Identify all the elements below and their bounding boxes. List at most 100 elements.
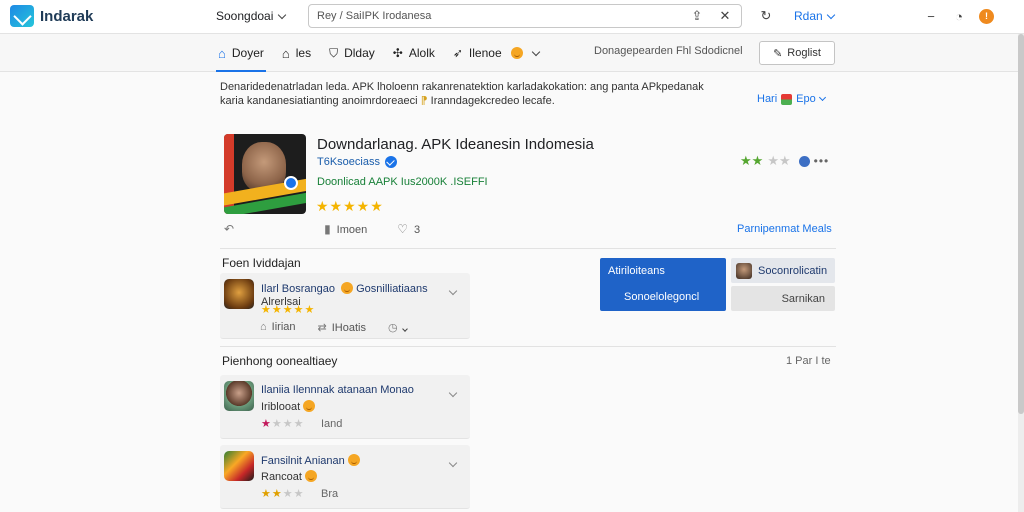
expand-button[interactable] (448, 283, 458, 297)
language-value: Epo (796, 93, 816, 105)
description-line-2: karia kandanesiatianting anoimrdoreaeci … (220, 94, 740, 108)
developer-name: T6Ksoeciass (317, 156, 380, 168)
reviewer-name: Ilarl Bosrangao Gosnilliatiaans (261, 282, 428, 295)
avatar (736, 262, 752, 279)
nav-status-text: Donagepearden Fhl Sdodicnel (594, 45, 743, 57)
item-name: Ilaniia Ilennnak atanaan Monao (261, 384, 414, 396)
item-stars-filled: ★ (261, 418, 272, 430)
description-line-2-end: Iranndagekcredeo lecafe. (430, 95, 555, 107)
tab-label: Dlday (344, 46, 375, 60)
item-stars: ★★★★ (261, 417, 304, 430)
item-stars-filled: ★★ (261, 488, 283, 500)
minimize-icon[interactable]: − (923, 8, 939, 24)
item-subtitle: Iriblooat (261, 400, 316, 413)
item-subtitle-text: Iriblooat (261, 401, 301, 413)
review-action-label: IHoatis (331, 322, 366, 334)
divider (220, 346, 836, 347)
expand-button[interactable] (448, 385, 458, 399)
scrollbar-thumb[interactable] (1018, 34, 1024, 414)
category-select-label: Soongdoai (216, 9, 274, 23)
heart-icon: ♡ (397, 222, 409, 236)
promo-secondary-label: Soconrolicatin (758, 264, 828, 277)
chevron-down-icon (448, 458, 458, 468)
app-actions: ↶ ▮ Imoen ♡ 3 (224, 222, 420, 236)
notification-icon[interactable]: ◔ (951, 8, 967, 24)
tab-les[interactable]: ⌂ les (280, 34, 313, 72)
item-avatar (224, 451, 254, 481)
item-meta: Bra (321, 488, 339, 500)
logo[interactable]: Indarak (10, 5, 93, 27)
list-item[interactable]: Ilaniia Ilennnak atanaan Monao Iriblooat… (220, 375, 470, 439)
thumbs-up-icon: ▮ (324, 222, 331, 236)
top-bar: Indarak Soongdoai Rey / SaiIPK Irodanesa… (0, 0, 1024, 34)
refresh-icon[interactable]: ↻ (758, 8, 774, 24)
side-rating: ★★ ★★ ••• (740, 153, 829, 169)
smile-icon (510, 47, 523, 59)
shield-icon: ⛉ (329, 45, 339, 60)
app-icon[interactable] (224, 134, 306, 214)
section-title-reviews: Foen Ividdajan (222, 256, 301, 270)
promo-tertiary-button[interactable]: Sarnikan (731, 286, 835, 311)
app-title: Downdarlanag. APK Ideanesin Indomesia (317, 136, 594, 153)
likes-button[interactable]: ▮ Imoen (324, 222, 367, 236)
user-menu[interactable]: Rdan (794, 9, 835, 23)
download-link[interactable]: Doonlicad AAPK Ius2000K .ISEFFI (317, 176, 488, 188)
item-stars-empty: ★★★ (271, 418, 305, 430)
logo-text: Indarak (40, 7, 94, 25)
app-developer[interactable]: T6Ksoeciass (317, 156, 397, 168)
item-subtitle-text: Rancoat (261, 471, 302, 483)
tab-label: Doyer (231, 46, 264, 60)
share-icon[interactable]: ⇪ (689, 8, 705, 24)
scrollbar[interactable] (1018, 34, 1024, 512)
register-label: Roglist (787, 47, 821, 59)
review-item[interactable]: Ilarl Bosrangao Gosnilliatiaans Alrerlsa… (220, 273, 470, 339)
verified-badge-icon (384, 156, 397, 168)
review-home-button[interactable]: ⌂ Iirian (260, 321, 296, 334)
chevron-down-icon (401, 326, 408, 332)
tab-dlday[interactable]: ⛉ Dlday (327, 34, 377, 72)
register-button[interactable]: ✎ Roglist (759, 41, 835, 65)
item-subtitle: Rancoat (261, 470, 317, 483)
more-icon[interactable]: ••• (814, 154, 830, 168)
alert-icon[interactable]: ! (979, 8, 994, 24)
category-select[interactable]: Soongdoai (216, 9, 287, 23)
expand-button[interactable] (448, 455, 458, 469)
smile-icon (304, 470, 317, 482)
item-avatar (224, 381, 254, 411)
list-item[interactable]: Fansilnit Anianan Rancoat ★★★★ Bra (220, 445, 470, 509)
chevron-down-icon (531, 47, 540, 56)
promo-panel[interactable]: Atiriloiteans Sonoelolegoncl (600, 258, 726, 311)
tab-alolk[interactable]: ✣ Alolk (391, 34, 437, 72)
chevron-down-icon (826, 10, 835, 19)
tab-label: Ilenoe (468, 46, 502, 60)
item-meta: Iand (321, 418, 343, 430)
chevron-down-icon (448, 286, 458, 296)
review-stars: ★★★★★ (261, 304, 316, 316)
page-description: Denaridedenatrladan leda. APK lholoenn r… (220, 80, 740, 108)
tab-doyer[interactable]: ⌂ Doyer (216, 34, 266, 72)
search-input[interactable]: Rey / SaiIPK Irodanesa ⇪ ✕ (308, 4, 742, 28)
reviewer-name-rest: Gosnilliatiaans (356, 283, 428, 295)
share-button[interactable]: ↶ (224, 222, 240, 236)
smile-icon (341, 282, 354, 294)
rating-stars-empty: ★★ (767, 153, 791, 168)
report-link[interactable]: Parnipenmat Meals (737, 223, 832, 235)
info-icon[interactable] (798, 155, 810, 167)
close-icon[interactable]: ✕ (717, 8, 733, 24)
review-more-button[interactable]: ◷ (387, 321, 408, 334)
review-action-label: Iirian (271, 321, 296, 333)
edit-icon: ✎ (773, 47, 783, 60)
tab-ilenoe[interactable]: ➶ Ilenoe (451, 34, 541, 72)
home-icon: ⌂ (218, 45, 226, 61)
search-placeholder: Rey / SaiIPK Irodanesa (317, 10, 432, 22)
favorite-button[interactable]: ♡ 3 (397, 222, 420, 236)
promo-secondary-button[interactable]: Soconrolicatin (731, 258, 835, 283)
clock-icon: ◷ (387, 322, 398, 334)
home-icon: ⌂ (260, 321, 267, 333)
smile-icon (303, 400, 316, 412)
page-count: 1 Par I te (786, 355, 831, 367)
language-select[interactable]: Hari Epo (757, 93, 826, 105)
nav-bar: ⌂ Doyer ⌂ les ⛉ Dlday ✣ Alolk ➶ Ilenoe D… (0, 34, 1018, 72)
review-repost-button[interactable]: ⇄ IHoatis (318, 321, 366, 334)
description-line-2-start: karia kandanesiatianting anoimrdoreaeci (220, 95, 418, 107)
